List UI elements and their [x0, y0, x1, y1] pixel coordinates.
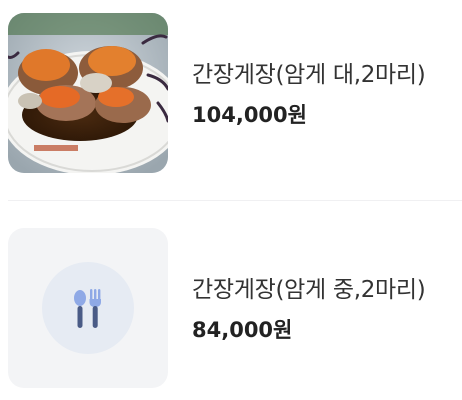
- item-divider: [8, 200, 462, 201]
- menu-item-placeholder-image: [8, 228, 168, 388]
- fork-knife-icon: [74, 289, 101, 328]
- menu-item-price: 84,000원: [192, 318, 293, 342]
- menu-item-name: 간장게장(암게 대,2마리): [192, 62, 426, 88]
- menu-item[interactable]: 간장게장(암게 중,2마리) 84,000원: [8, 228, 460, 388]
- menu-item-info: 간장게장(암게 대,2마리) 104,000원: [192, 13, 460, 173]
- menu-item[interactable]: 간장게장(암게 대,2마리) 104,000원: [8, 13, 460, 173]
- menu-item-name: 간장게장(암게 중,2마리): [192, 277, 426, 303]
- menu-item-price: 104,000원: [192, 103, 307, 127]
- menu-item-info: 간장게장(암게 중,2마리) 84,000원: [192, 228, 460, 388]
- crab-dish-image: [8, 13, 168, 173]
- menu-item-photo: [8, 13, 168, 173]
